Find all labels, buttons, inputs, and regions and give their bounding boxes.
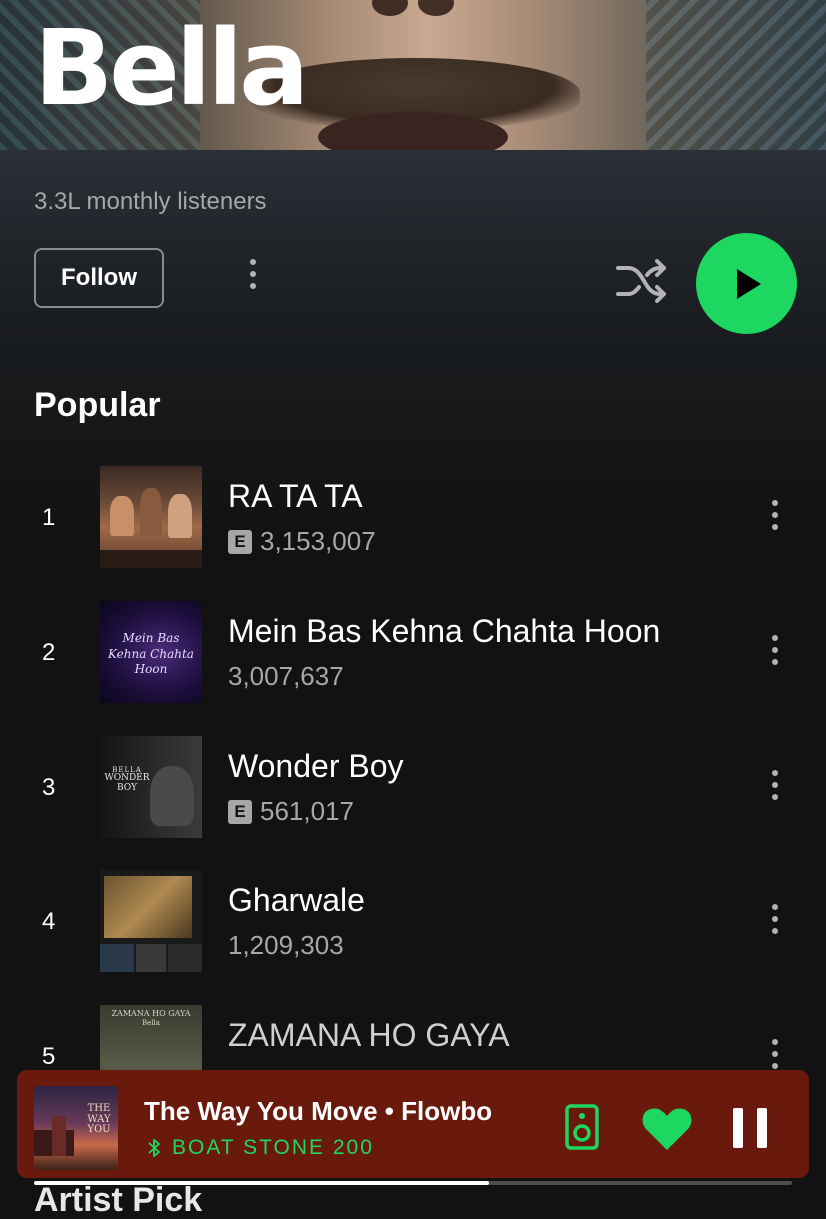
header-pattern-right <box>646 0 826 150</box>
more-options-icon[interactable] <box>246 259 260 289</box>
pause-icon <box>757 1108 767 1148</box>
track-play-count: 3,007,637 <box>228 661 344 691</box>
shuffle-icon[interactable] <box>614 256 670 306</box>
monthly-listeners: 3.3L monthly listeners <box>34 188 267 215</box>
now-playing-title: The Way You Move • Flowbo <box>144 1096 493 1126</box>
track-title: Wonder Boy <box>228 748 404 784</box>
explicit-badge: E <box>228 529 252 554</box>
pause-icon <box>733 1108 743 1148</box>
play-button[interactable] <box>696 233 797 334</box>
track-title: ZAMANA HO GAYA <box>228 1017 510 1053</box>
track-artwork: Mein Bas Kehna Chahta Hoon <box>100 601 202 703</box>
header-photo-detail <box>418 0 454 16</box>
track-rank: 5 <box>42 1043 56 1070</box>
follow-button[interactable]: Follow <box>34 248 164 308</box>
track-artwork: BELLA WONDER BOY <box>100 736 202 838</box>
artwork-text: WONDER BOY <box>104 773 150 793</box>
track-more-icon[interactable] <box>768 500 782 530</box>
cover-text: THE WAY YOU <box>87 1103 111 1135</box>
now-playing-cover: THE WAY YOU <box>34 1086 118 1170</box>
track-meta: E 3,153,007 <box>228 526 376 557</box>
track-meta: 1,209,303 <box>228 930 344 961</box>
artwork-text: Mein Bas Kehna Chahta Hoon <box>108 631 194 677</box>
artist-name: Bella <box>34 7 309 129</box>
artwork-text: ZAMANA HO GAYA <box>111 1009 191 1018</box>
header-photo-detail <box>372 0 408 16</box>
connected-device[interactable]: BOAT STONE 200 <box>148 1136 374 1160</box>
track-row[interactable]: 2 Mein Bas Kehna Chahta Hoon Mein Bas Ke… <box>0 601 826 705</box>
track-rank: 3 <box>42 774 56 801</box>
mini-player[interactable]: THE WAY YOU The Way You Move • Flowbo BO… <box>17 1070 809 1178</box>
track-artwork <box>100 870 202 972</box>
track-row[interactable]: 3 BELLA WONDER BOY Wonder Boy E 561,017 <box>0 736 826 840</box>
track-artwork <box>100 466 202 568</box>
track-row[interactable]: 4 Gharwale 1,209,303 <box>0 870 826 974</box>
pause-button[interactable] <box>733 1108 767 1148</box>
explicit-badge: E <box>228 799 252 824</box>
heart-filled-icon[interactable] <box>641 1106 693 1152</box>
track-more-icon[interactable] <box>768 770 782 800</box>
popular-heading: Popular <box>34 386 161 424</box>
track-play-count: 561,017 <box>260 796 354 826</box>
track-rank: 2 <box>42 639 56 666</box>
track-title: Mein Bas Kehna Chahta Hoon <box>228 613 661 649</box>
play-icon <box>736 268 761 299</box>
track-play-count: 1,209,303 <box>228 930 344 960</box>
track-more-icon[interactable] <box>768 1039 782 1069</box>
track-more-icon[interactable] <box>768 904 782 934</box>
track-title: Gharwale <box>228 882 365 918</box>
speaker-device-icon[interactable] <box>565 1104 599 1150</box>
track-row[interactable]: 1 RA TA TA E 3,153,007 <box>0 466 826 570</box>
track-meta: E 561,017 <box>228 796 354 827</box>
device-name: BOAT STONE 200 <box>172 1136 374 1159</box>
track-rank: 1 <box>42 504 56 531</box>
track-rank: 4 <box>42 908 56 935</box>
track-meta: 3,007,637 <box>228 661 344 692</box>
next-section-heading: Artist Pick <box>34 1181 203 1219</box>
track-title: RA TA TA <box>228 478 363 514</box>
track-more-icon[interactable] <box>768 635 782 665</box>
bluetooth-icon <box>148 1139 160 1157</box>
track-play-count: 3,153,007 <box>260 526 376 556</box>
artwork-text: Bella <box>142 1019 160 1027</box>
